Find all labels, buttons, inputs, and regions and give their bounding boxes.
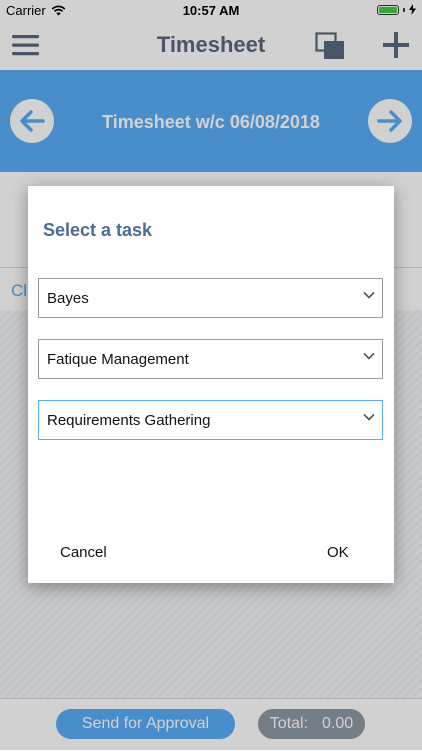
chevron-down-icon — [363, 413, 375, 421]
dialog-title: Select a task — [43, 220, 153, 240]
task-select-2[interactable]: Fatique Management — [38, 339, 383, 379]
chevron-down-icon — [363, 291, 375, 299]
task-select-3[interactable]: Requirements Gathering — [38, 400, 383, 440]
task-select-1[interactable]: Bayes — [38, 278, 383, 318]
select-value: Bayes — [47, 289, 89, 307]
select-value: Requirements Gathering — [47, 411, 211, 429]
cancel-button[interactable]: Cancel — [60, 544, 107, 561]
select-value: Fatique Management — [47, 350, 189, 368]
select-task-dialog: Select a task Bayes Fatique Management R… — [28, 186, 394, 583]
ok-button[interactable]: OK — [327, 544, 349, 561]
chevron-down-icon — [363, 352, 375, 360]
